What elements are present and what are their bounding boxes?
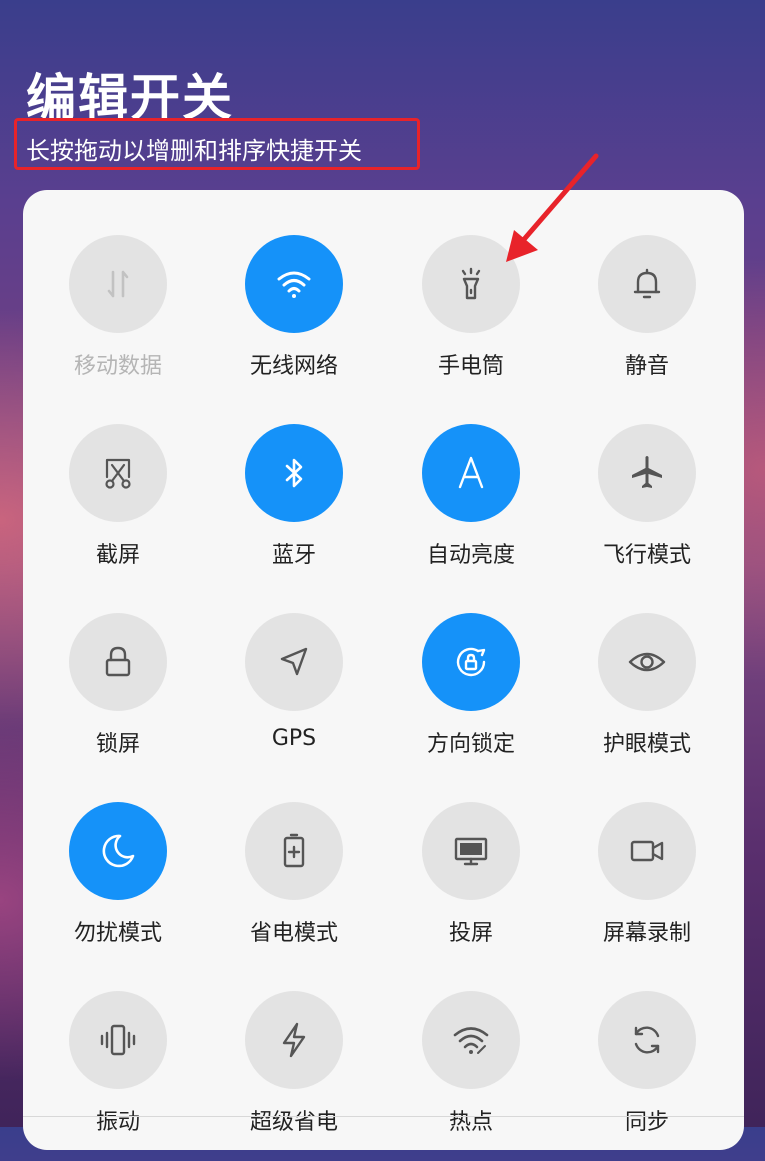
tile-label: 飞行模式	[602, 543, 691, 568]
tile-screen-record[interactable]: 屏幕录制	[559, 802, 735, 972]
eye-icon	[598, 613, 696, 711]
location-arrow-icon	[245, 613, 343, 711]
moon-icon	[69, 802, 167, 900]
tile-power-saving[interactable]: 省电模式	[206, 802, 382, 972]
tile-sync[interactable]: 同步	[559, 991, 735, 1161]
tile-bluetooth[interactable]: 蓝牙	[206, 424, 382, 594]
tile-screenshot[interactable]: 截屏	[30, 424, 206, 594]
tile-do-not-disturb[interactable]: 勿扰模式	[30, 802, 206, 972]
lightning-icon	[245, 991, 343, 1089]
tile-rotation-lock[interactable]: 方向锁定	[383, 613, 559, 783]
tile-label: 省电模式	[249, 921, 338, 946]
tile-label: 超级省电	[249, 1110, 338, 1135]
tile-label: 截屏	[95, 543, 140, 568]
tile-label: 自动亮度	[426, 543, 515, 568]
vibrate-icon	[69, 991, 167, 1089]
tile-label: 振动	[95, 1110, 140, 1135]
tile-label: 锁屏	[95, 732, 140, 757]
rotation-lock-icon	[422, 613, 520, 711]
tile-label: GPS	[271, 726, 317, 751]
tile-super-power-saving[interactable]: 超级省电	[206, 991, 382, 1161]
tile-wifi[interactable]: 无线网络	[206, 235, 382, 405]
wifi-icon	[245, 235, 343, 333]
auto-brightness-icon	[422, 424, 520, 522]
screenshot-icon	[69, 424, 167, 522]
tile-screen-cast[interactable]: 投屏	[383, 802, 559, 972]
bluetooth-icon	[245, 424, 343, 522]
hotspot-icon	[422, 991, 520, 1089]
tile-label: 热点	[448, 1110, 493, 1135]
battery-saver-icon	[245, 802, 343, 900]
lock-icon	[69, 613, 167, 711]
tile-label: 方向锁定	[426, 732, 515, 757]
toggle-grid-panel: 移动数据 无线网络 手电筒 静音 截屏 蓝牙 自动亮度 飞行模式 锁屏 GPS …	[23, 190, 744, 1150]
tile-label: 蓝牙	[271, 543, 316, 568]
tile-hotspot[interactable]: 热点	[383, 991, 559, 1161]
tile-lock-screen[interactable]: 锁屏	[30, 613, 206, 783]
video-camera-icon	[598, 802, 696, 900]
tile-label: 勿扰模式	[73, 921, 162, 946]
annotation-arrow	[506, 153, 599, 262]
tile-airplane[interactable]: 飞行模式	[559, 424, 735, 594]
divider	[23, 1116, 744, 1117]
tile-label: 护眼模式	[602, 732, 691, 757]
mobile-data-icon	[69, 235, 167, 333]
airplane-icon	[598, 424, 696, 522]
page-subtitle: 长按拖动以增删和排序快捷开关	[26, 137, 362, 165]
tile-mobile-data[interactable]: 移动数据	[30, 235, 206, 405]
bell-icon	[598, 235, 696, 333]
tile-gps[interactable]: GPS	[206, 613, 382, 783]
tile-label: 静音	[624, 354, 669, 379]
tile-label: 同步	[624, 1110, 669, 1135]
tile-label: 屏幕录制	[602, 921, 691, 946]
monitor-icon	[422, 802, 520, 900]
sync-icon	[598, 991, 696, 1089]
tile-label: 手电筒	[437, 354, 504, 379]
tile-label: 移动数据	[73, 354, 162, 379]
tile-eye-comfort[interactable]: 护眼模式	[559, 613, 735, 783]
tile-label: 投屏	[448, 921, 493, 946]
tile-auto-brightness[interactable]: 自动亮度	[383, 424, 559, 594]
tile-vibrate[interactable]: 振动	[30, 991, 206, 1161]
tile-label: 无线网络	[249, 354, 338, 379]
